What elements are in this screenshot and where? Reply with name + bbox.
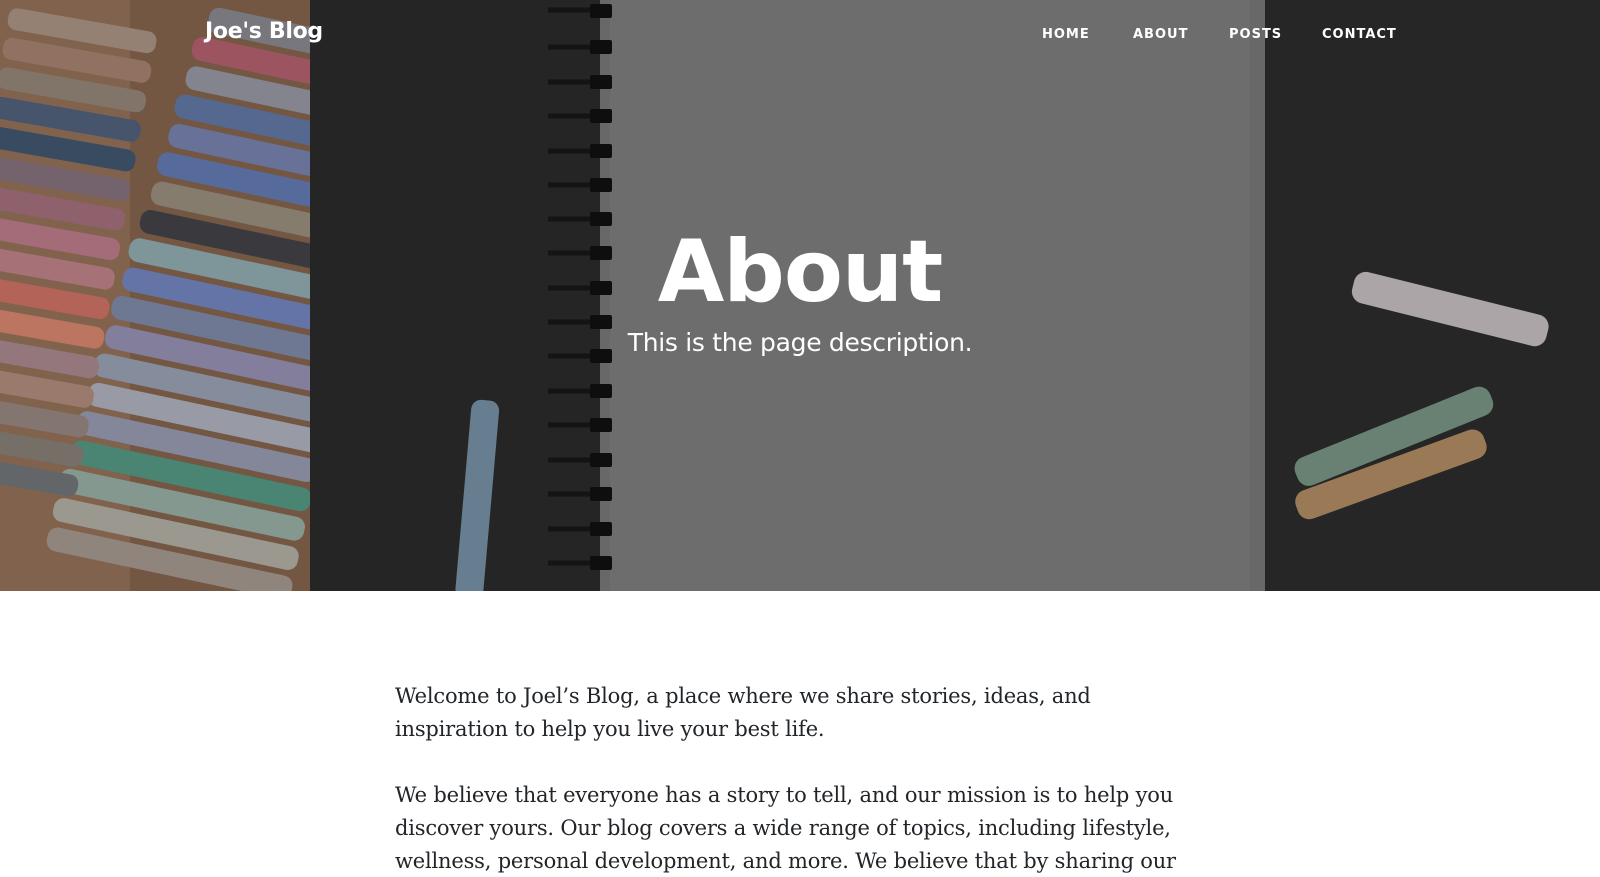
navbar: Joe's Blog HOME ABOUT POSTS CONTACT	[0, 0, 1600, 76]
nav-link-posts[interactable]: POSTS	[1229, 27, 1282, 42]
page-description: This is the page description.	[627, 328, 973, 357]
page-title: About	[657, 222, 944, 322]
nav-link-home[interactable]: HOME	[1042, 27, 1090, 42]
main-content: Welcome to Joel’s Blog, a place where we…	[395, 680, 1200, 877]
page-heading: About This is the page description.	[0, 222, 1600, 360]
hero-header: Joe's Blog HOME ABOUT POSTS CONTACT Abou…	[0, 0, 1600, 591]
content-paragraph: We believe that everyone has a story to …	[395, 783, 1176, 873]
content-paragraph: Welcome to Joel’s Blog, a place where we…	[395, 684, 1091, 741]
nav-link-contact[interactable]: CONTACT	[1322, 27, 1397, 42]
nav-link-about[interactable]: ABOUT	[1133, 27, 1188, 42]
page: Joe's Blog HOME ABOUT POSTS CONTACT Abou…	[0, 0, 1600, 877]
brand-link[interactable]: Joe's Blog	[205, 19, 323, 44]
